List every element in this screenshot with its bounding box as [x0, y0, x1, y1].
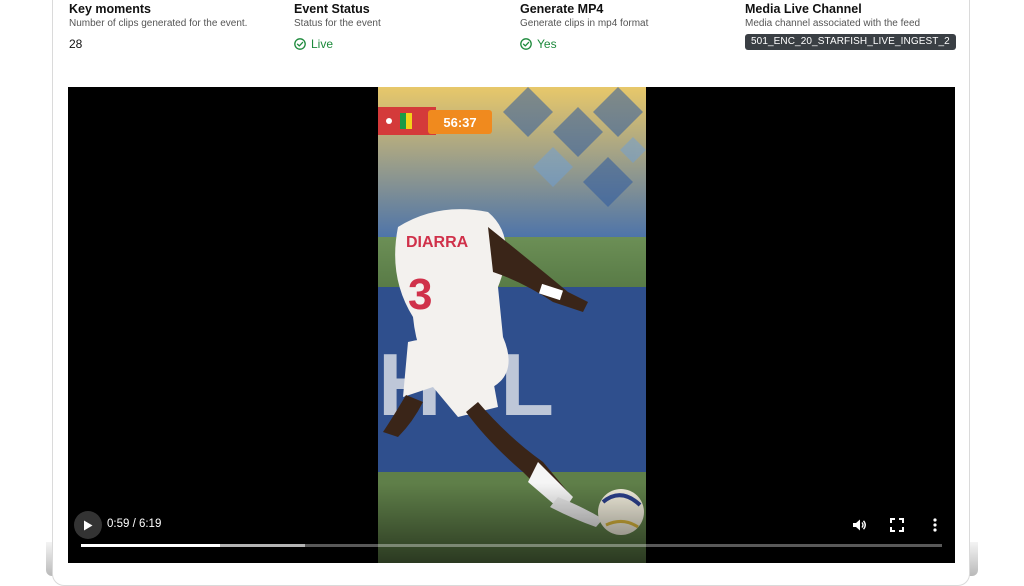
channel-badge: 501_ENC_20_STARFISH_LIVE_INGEST_2: [745, 34, 956, 50]
jersey-number: 3: [408, 270, 432, 319]
progress-played: [81, 544, 221, 547]
stat-title: Generate MP4: [520, 2, 604, 16]
stat-media-live-channel: Media Live Channel Media channel associa…: [745, 1, 960, 50]
stat-value: Live: [311, 37, 334, 51]
check-circle-icon: [294, 38, 306, 50]
stat-description: Generate clips in mp4 format: [520, 18, 649, 29]
video-player[interactable]: HYL DIARRA 3 56:37 0:59 / 6:19: [68, 87, 955, 563]
controls-gradient: [68, 483, 955, 563]
fullscreen-button[interactable]: [887, 515, 907, 535]
fullscreen-icon: [890, 518, 904, 532]
stat-title: Media Live Channel: [745, 2, 862, 16]
stat-event-status: Event Status Status for the event Live: [294, 1, 514, 52]
stat-value-row: Live: [294, 36, 514, 52]
stat-value: Yes: [537, 37, 557, 51]
volume-button[interactable]: [849, 515, 869, 535]
more-vertical-icon: [933, 518, 937, 532]
stat-value-row: Yes: [520, 36, 740, 52]
play-button[interactable]: [74, 511, 102, 539]
stat-key-moments: Key moments Number of clips generated fo…: [69, 1, 289, 52]
stat-description: Media channel associated with the feed: [745, 18, 921, 29]
stat-description: Status for the event: [294, 18, 381, 29]
volume-icon: [853, 519, 866, 531]
stat-generate-mp4: Generate MP4 Generate clips in mp4 forma…: [520, 1, 740, 52]
scorebug-clock: 56:37: [443, 115, 476, 130]
stat-title: Key moments: [69, 2, 151, 16]
jersey-name: DIARRA: [406, 234, 469, 251]
stat-value: 28: [69, 37, 83, 51]
play-icon: [84, 520, 93, 530]
stat-title: Event Status: [294, 2, 370, 16]
stat-description: Number of clips generated for the event.: [69, 18, 248, 29]
progress-bar[interactable]: [81, 544, 942, 547]
time-display: 0:59 / 6:19: [107, 518, 162, 530]
check-circle-icon: [520, 38, 532, 50]
more-options-button[interactable]: [925, 515, 945, 535]
